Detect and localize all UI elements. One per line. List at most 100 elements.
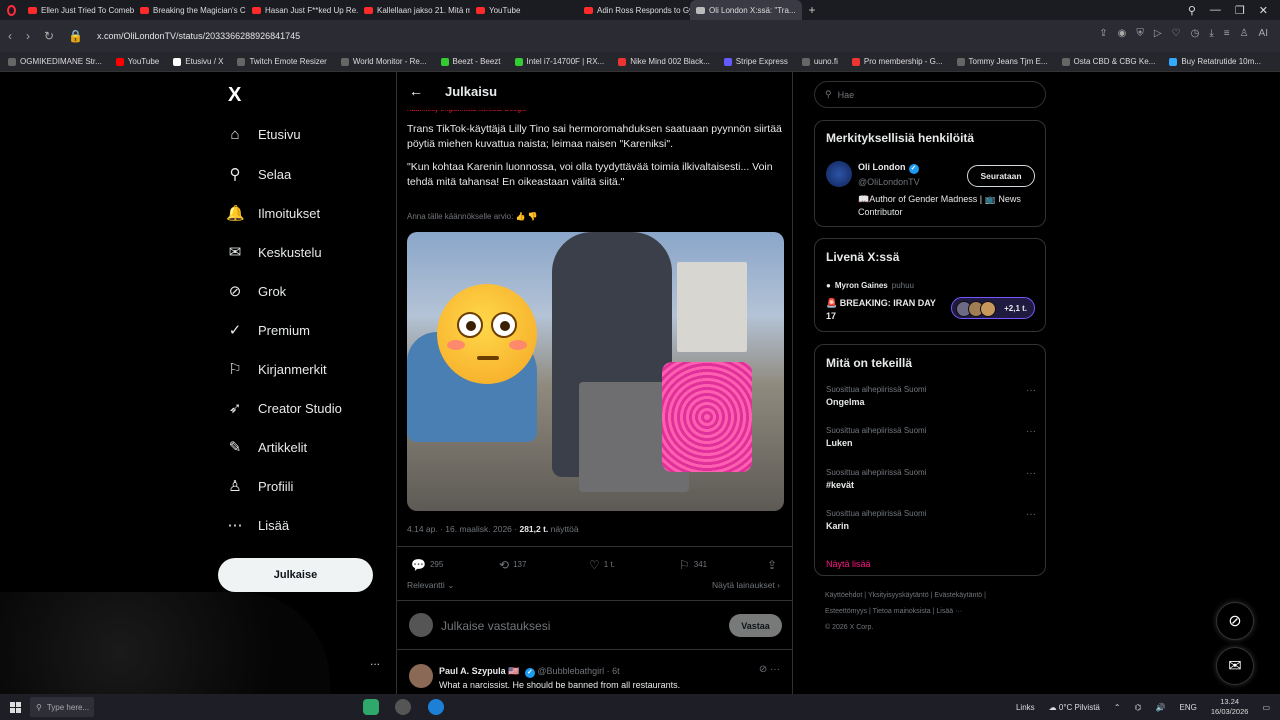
avatar[interactable]	[409, 664, 433, 688]
reply-author[interactable]: Paul A. Szypula 🇺🇸 ✓ @Bubblebathgirl · 6…	[439, 666, 620, 678]
maximize-icon[interactable]: ❐	[1235, 4, 1245, 17]
sort-dropdown[interactable]: Relevantti ⌄	[407, 580, 454, 591]
show-more-link[interactable]: Näytä lisää	[826, 559, 871, 569]
edge-icon[interactable]	[428, 699, 444, 715]
language-indicator[interactable]: ENG	[1180, 703, 1197, 712]
sidebar-item-bookmarks[interactable]: ⚐ Kirjanmerkit	[226, 360, 326, 378]
network-icon[interactable]: ⌬	[1135, 703, 1142, 712]
sidebar-item-notifications[interactable]: 🔔 Ilmoitukset	[226, 204, 320, 222]
share-icon[interactable]: ⇪	[1099, 28, 1107, 39]
minimize-icon[interactable]: —	[1210, 4, 1221, 16]
person-name[interactable]: Oli London ✓	[858, 162, 919, 174]
bookmark-item[interactable]: Intel i7-14700F | RX...	[514, 57, 604, 66]
post-button[interactable]: Julkaise	[218, 558, 373, 592]
bookmark-item[interactable]: Beezt - Beezt	[440, 57, 501, 66]
bookmark-item[interactable]: Nike Mind 002 Black...	[618, 57, 710, 66]
volume-icon[interactable]: 🔊	[1156, 703, 1166, 712]
reload-icon[interactable]: ↻	[44, 29, 54, 43]
trend-more-icon[interactable]: ···	[1026, 385, 1036, 396]
sidebar-item-articles[interactable]: ✎ Artikkelit	[226, 438, 307, 456]
weather-widget[interactable]: ☁ 0°C Pilvistä	[1049, 703, 1100, 712]
taskbar-app-icon[interactable]	[363, 699, 379, 715]
close-icon[interactable]: ✕	[1259, 4, 1268, 17]
profile-icon[interactable]: ♙	[1240, 28, 1249, 39]
browser-tab[interactable]: Adin Ross Responds to Gy...	[578, 0, 690, 20]
taskbar-app-icon[interactable]	[395, 699, 411, 715]
back-icon[interactable]: ‹	[8, 29, 12, 43]
taskbar-search[interactable]: ⚲ Type here...	[30, 697, 94, 717]
browser-tab[interactable]: Kallellaan jakso 21. Mitä m...	[358, 0, 470, 20]
notification-icon[interactable]: ▭	[1262, 703, 1270, 712]
tray-chevron-icon[interactable]: ⌃	[1114, 703, 1121, 712]
bookmark-item[interactable]: Tommy Jeans Tjm E...	[956, 57, 1048, 66]
sidebar-item-home[interactable]: ⌂ Etusivu	[226, 126, 300, 143]
messages-fab-icon[interactable]: ✉	[1216, 647, 1254, 685]
trend-item[interactable]: Suosittua aihepiirissä Suomi Ongelma ···	[826, 385, 1036, 407]
opera-logo-icon[interactable]	[0, 0, 22, 20]
download-icon[interactable]: ⤓	[1209, 28, 1213, 39]
camera-icon[interactable]: ◉	[1118, 28, 1127, 39]
avatar[interactable]	[826, 161, 852, 187]
shield-icon[interactable]: ⛨	[1136, 28, 1144, 39]
sidebar-item-explore[interactable]: ⚲ Selaa	[226, 165, 292, 183]
links-toolbar[interactable]: Links	[1016, 703, 1035, 712]
sidebar-item-messages[interactable]: ✉ Keskustelu	[226, 243, 322, 261]
bookmark-item[interactable]: Pro membership - G...	[851, 57, 943, 66]
back-arrow-icon[interactable]: ←	[409, 83, 423, 99]
reply-submit-button[interactable]: Vastaa	[729, 614, 782, 637]
browser-tab[interactable]: Ellen Just Tried To Comeb...	[22, 0, 134, 20]
browser-tab[interactable]: YouTube	[470, 0, 578, 20]
forward-icon[interactable]: ›	[26, 29, 30, 43]
trend-more-icon[interactable]: ···	[1026, 509, 1036, 520]
bookmark-item[interactable]: Osta CBD & CBG Ke...	[1061, 57, 1155, 66]
trend-item[interactable]: Suosittua aihepiirissä Suomi Karin ···	[826, 509, 1036, 531]
sidebar-item-premium[interactable]: ✓ Premium	[226, 321, 310, 339]
browser-tab[interactable]: Breaking the Magician's C...	[134, 0, 246, 20]
account-more-icon[interactable]: ...	[370, 654, 380, 668]
browser-tab[interactable]: Hasan Just F**ked Up Re...	[246, 0, 358, 20]
search-input[interactable]: ⚲ Hae	[814, 81, 1046, 108]
repost-button[interactable]: ⟲ 137	[499, 558, 526, 572]
bookmark-item[interactable]: uuno.fi	[801, 57, 838, 66]
url-field[interactable]: x.com/OliLondonTV/status/203336628892684…	[97, 31, 300, 41]
heart-icon[interactable]: ♡	[1172, 28, 1181, 39]
x-logo-icon[interactable]: X	[228, 84, 241, 107]
browser-search-icon[interactable]: ⚲	[1188, 4, 1196, 17]
reply-item[interactable]: Paul A. Szypula 🇺🇸 ✓ @Bubblebathgirl · 6…	[397, 654, 792, 694]
thumbs-up-icon[interactable]: 👍	[516, 212, 526, 221]
trend-item[interactable]: Suosittua aihepiirissä Suomi Luken ···	[826, 426, 1036, 448]
footer-line[interactable]: Esteettömyys | Tietoa mainoksista | Lisä…	[825, 604, 1045, 620]
trend-more-icon[interactable]: ···	[1026, 426, 1036, 437]
windows-start-icon[interactable]	[0, 694, 30, 720]
new-tab-button[interactable]: +	[802, 3, 822, 17]
bookmark-item[interactable]: Buy Retatrutide 10m...	[1169, 57, 1261, 66]
reply-button[interactable]: 💬 295	[411, 558, 443, 572]
reply-more-icon[interactable]: ⊘ ···	[759, 664, 780, 675]
bookmark-item[interactable]: World Monitor - Re...	[340, 57, 427, 66]
following-button[interactable]: Seurataan	[967, 165, 1035, 187]
bookmark-button[interactable]: ⚐ 341	[679, 558, 707, 572]
reply-input[interactable]: Julkaise vastauksesi	[441, 619, 550, 633]
live-host[interactable]: ● Myron Gaines puhuu	[826, 281, 914, 290]
footer-line[interactable]: Käyttöehdot | Yksityisyyskäytäntö | Eväs…	[825, 588, 1045, 604]
sidebar-item-more[interactable]: ⋯ Lisää	[226, 516, 290, 534]
clock[interactable]: 13.24 16/03/2026	[1211, 697, 1249, 717]
trend-more-icon[interactable]: ···	[1026, 468, 1036, 479]
show-quotes-link[interactable]: Näytä lainaukset ›	[712, 580, 780, 590]
like-button[interactable]: ♡ 1 t.	[589, 558, 615, 572]
trend-item[interactable]: Suosittua aihepiirissä Suomi #kevät ···	[826, 468, 1036, 490]
bookmark-item[interactable]: YouTube	[115, 57, 159, 66]
play-icon[interactable]: ▷	[1154, 28, 1162, 39]
sidebar-item-creator-studio[interactable]: ➶ Creator Studio	[226, 399, 342, 417]
post-timestamp[interactable]: 4.14 ap. · 16. maalisk. 2026 ·	[407, 524, 517, 534]
history-icon[interactable]: ◷	[1191, 28, 1200, 39]
ai-button[interactable]: AI	[1259, 28, 1268, 39]
grok-fab-icon[interactable]: ⊘	[1216, 602, 1254, 640]
sidebar-item-profile[interactable]: ♙ Profiili	[226, 477, 293, 495]
browser-tab-active[interactable]: Oli London X:ssä: "Tra...	[690, 0, 802, 20]
thumbs-down-icon[interactable]: 👎	[528, 212, 538, 221]
menu-icon[interactable]: ≡	[1224, 28, 1230, 39]
bookmark-item[interactable]: Twitch Emote Resizer	[237, 57, 327, 66]
sidebar-item-grok[interactable]: ⊘ Grok	[226, 282, 286, 300]
post-video[interactable]	[407, 232, 784, 511]
